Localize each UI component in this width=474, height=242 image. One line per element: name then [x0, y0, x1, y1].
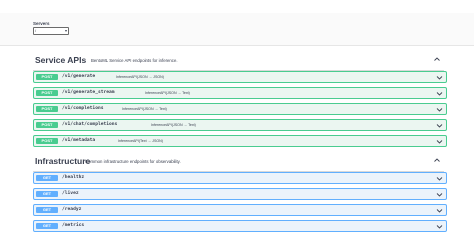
- top-bar: [0, 0, 474, 13]
- operation-summary: InferenceAPI(Text → JSON): [118, 139, 163, 143]
- chevron-down-icon[interactable]: [436, 90, 443, 97]
- operation-path: /v1/chat/completions: [62, 122, 118, 127]
- chevron-down-icon[interactable]: [436, 223, 443, 230]
- servers-label: Servers: [33, 21, 50, 26]
- servers-select[interactable]: / ▾: [33, 27, 69, 35]
- section-header-service-apis[interactable]: Service APIs BentoML Service API endpoin…: [33, 51, 444, 71]
- section-description: Common infrastructure endpoints for obse…: [85, 159, 181, 164]
- servers-panel: [0, 13, 474, 46]
- method-badge: GET: [36, 191, 58, 197]
- operation-path: /v1/generate: [62, 74, 96, 79]
- operation-path: /v1/metadata: [62, 138, 96, 143]
- operation-summary: InferenceAPI(JSON → Text): [122, 107, 167, 111]
- method-badge: GET: [36, 223, 58, 229]
- operation-post-v1-generate-stream[interactable]: POST /v1/generate_stream InferenceAPI(JS…: [33, 87, 447, 99]
- chevron-down-icon[interactable]: [436, 122, 443, 129]
- section-description: BentoML Service API endpoints for infere…: [91, 58, 178, 63]
- operation-post-v1-completions[interactable]: POST /v1/completions InferenceAPI(JSON →…: [33, 103, 447, 115]
- operation-path: /readyz: [62, 207, 82, 212]
- operation-post-v1-chat-completions[interactable]: POST /v1/chat/completions InferenceAPI(J…: [33, 119, 447, 131]
- method-badge: GET: [36, 175, 58, 181]
- operation-get-metrics[interactable]: GET /metrics: [33, 220, 447, 232]
- operation-summary: InferenceAPI(JSON → Text): [145, 91, 190, 95]
- operation-summary: InferenceAPI(JSON → JSON): [116, 75, 164, 79]
- section-header-infrastructure[interactable]: Infrastructure Common infrastructure end…: [33, 152, 444, 172]
- chevron-down-icon[interactable]: [436, 106, 443, 113]
- operation-post-v1-metadata[interactable]: POST /v1/metadata InferenceAPI(Text → JS…: [33, 135, 447, 147]
- chevron-down-icon[interactable]: [436, 138, 443, 145]
- operation-path: /livez: [62, 191, 79, 196]
- operation-path: /v1/generate_stream: [62, 90, 115, 95]
- operation-path: /v1/completions: [62, 106, 104, 111]
- operation-get-livez[interactable]: GET /livez: [33, 188, 447, 200]
- method-badge: POST: [36, 74, 58, 80]
- operation-path: /metrics: [62, 223, 85, 228]
- method-badge: POST: [36, 106, 58, 112]
- chevron-up-icon[interactable]: [433, 55, 441, 63]
- operation-summary: InferenceAPI(JSON → Text): [151, 123, 196, 127]
- method-badge: POST: [36, 138, 58, 144]
- chevron-down-icon[interactable]: [436, 74, 443, 81]
- method-badge: POST: [36, 90, 58, 96]
- caret-down-icon: ▾: [64, 28, 67, 33]
- method-badge: GET: [36, 207, 58, 213]
- operation-get-readyz[interactable]: GET /readyz: [33, 204, 447, 216]
- operation-get-healthz[interactable]: GET /healthz: [33, 172, 447, 184]
- chevron-down-icon[interactable]: [436, 191, 443, 198]
- servers-selected-value: /: [35, 28, 37, 33]
- chevron-up-icon[interactable]: [433, 156, 441, 164]
- section-title: Infrastructure: [35, 156, 91, 166]
- operation-post-v1-generate[interactable]: POST /v1/generate InferenceAPI(JSON → JS…: [33, 71, 447, 83]
- chevron-down-icon[interactable]: [436, 207, 443, 214]
- section-title: Service APIs: [35, 55, 87, 65]
- operation-path: /healthz: [62, 175, 85, 180]
- chevron-down-icon[interactable]: [436, 175, 443, 182]
- method-badge: POST: [36, 122, 58, 128]
